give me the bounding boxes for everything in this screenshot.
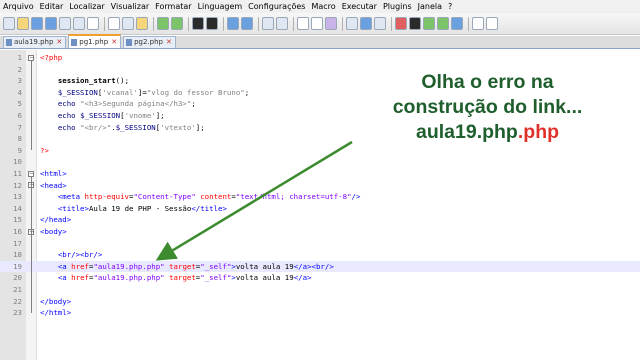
annotation-arrow	[155, 140, 353, 261]
arrow-line	[155, 140, 353, 261]
